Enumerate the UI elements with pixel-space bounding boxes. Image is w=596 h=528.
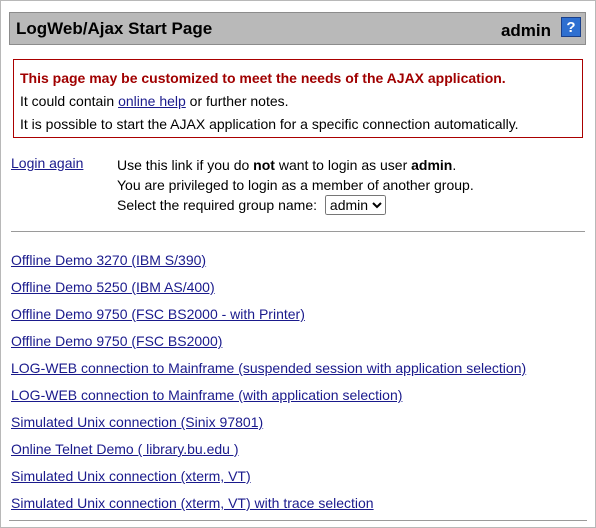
page-frame: LogWeb/Ajax Start Page admin ? This page…: [0, 0, 596, 528]
page-title: LogWeb/Ajax Start Page: [16, 19, 213, 38]
connection-link[interactable]: Simulated Unix connection (xterm, VT): [11, 467, 526, 494]
group-select-row: Select the required group name: admin: [117, 195, 474, 215]
online-help-link[interactable]: online help: [118, 93, 186, 109]
connection-link[interactable]: Offline Demo 9750 (FSC BS2000): [11, 332, 526, 359]
login-text-a: Use this link if you do: [117, 157, 254, 173]
login-again-link[interactable]: Login again: [11, 155, 83, 171]
connection-link[interactable]: Offline Demo 5250 (IBM AS/400): [11, 278, 526, 305]
connection-link[interactable]: LOG-WEB connection to Mainframe (suspend…: [11, 359, 526, 386]
login-text-end: .: [452, 157, 457, 173]
connection-link[interactable]: Simulated Unix connection (Sinix 97801): [11, 413, 526, 440]
current-user: admin: [500, 21, 551, 40]
login-text-b: want to login as user: [274, 157, 412, 173]
connection-link[interactable]: Offline Demo 3270 (IBM S/390): [11, 251, 526, 278]
connection-list: Offline Demo 3270 (IBM S/390) Offline De…: [11, 251, 526, 521]
note-text-post: or further notes.: [185, 93, 289, 109]
connection-link[interactable]: Online Telnet Demo ( library.bu.edu ): [11, 440, 526, 467]
login-info-line2: You are privileged to login as a member …: [117, 177, 474, 193]
note-text-pre: It could contain: [20, 93, 119, 109]
login-user-name: admin: [411, 157, 453, 173]
group-select[interactable]: admin: [324, 195, 386, 215]
connection-link[interactable]: Offline Demo 9750 (FSC BS2000 - with Pri…: [11, 305, 526, 332]
customization-note: This page may be customized to meet the …: [13, 59, 583, 138]
login-info-line1: Use this link if you do not want to logi…: [117, 155, 474, 175]
divider: [11, 231, 585, 232]
note-headline: This page may be customized to meet the …: [20, 70, 506, 86]
connection-link[interactable]: Simulated Unix connection (xterm, VT) wi…: [11, 494, 526, 521]
bottom-divider: [9, 520, 587, 521]
help-icon[interactable]: ?: [561, 17, 581, 37]
note-connection-line: It is possible to start the AJAX applica…: [20, 116, 519, 132]
group-select-label: Select the required group name:: [117, 197, 318, 213]
header-bar: LogWeb/Ajax Start Page admin ?: [9, 12, 586, 45]
note-help-line: It could contain online help or further …: [20, 90, 576, 113]
login-info: Use this link if you do not want to logi…: [117, 155, 474, 215]
connection-link[interactable]: LOG-WEB connection to Mainframe (with ap…: [11, 386, 526, 413]
login-text-not: not: [253, 157, 275, 173]
